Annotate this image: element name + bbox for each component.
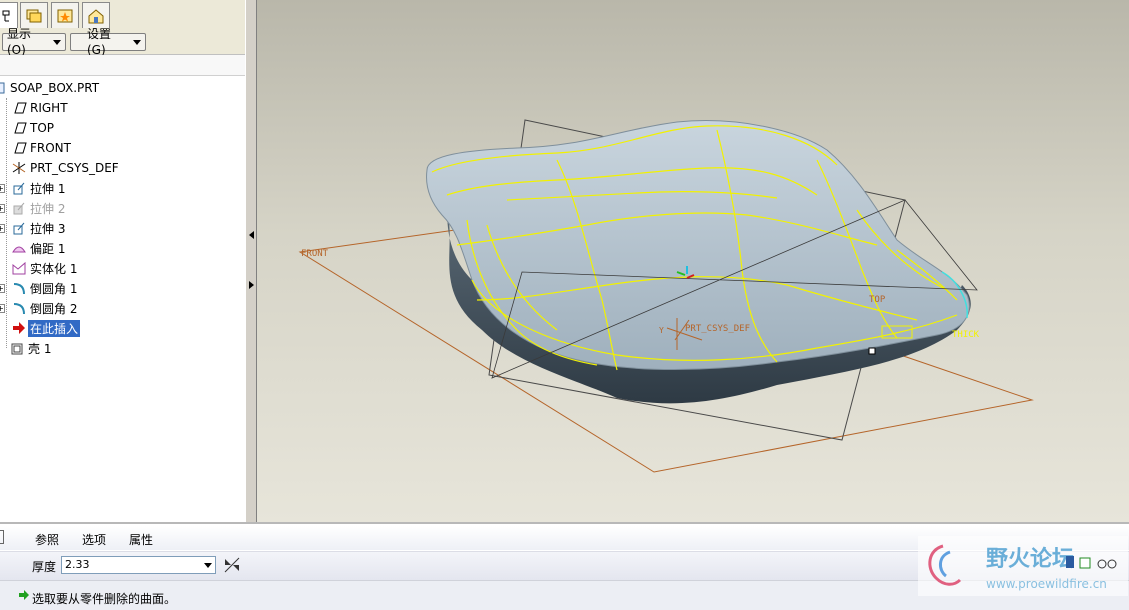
- tree-item-label: FRONT: [30, 141, 71, 155]
- csys-axis-label: Y: [659, 326, 664, 335]
- offset-icon: [12, 246, 26, 253]
- tree-root[interactable]: SOAP_BOX.PRT: [0, 78, 245, 98]
- part-icon: [0, 82, 5, 94]
- favorites-icon: [57, 9, 73, 22]
- tree-item-label: TOP: [30, 121, 55, 135]
- expand-toggle[interactable]: +: [0, 284, 5, 293]
- folder-browser-icon: [26, 9, 42, 22]
- tree-item-insert-here[interactable]: 在此插入: [0, 318, 245, 338]
- thickness-label: THICK: [952, 330, 980, 340]
- round-icon: [13, 283, 25, 295]
- datum-plane-icon: [14, 142, 27, 154]
- settings-menu-label: 设置 (G): [87, 27, 112, 57]
- tree-item-label: 在此插入: [28, 319, 81, 337]
- extrude-icon: [13, 202, 25, 215]
- expand-toggle[interactable]: +: [0, 184, 5, 193]
- tree-item-label: 拉伸 2: [30, 201, 66, 216]
- settings-menu-button[interactable]: 设置 (G): [70, 27, 146, 57]
- model-canvas[interactable]: FRONT TOP PRT_CSYS_DEF Y THICK: [257, 0, 1129, 522]
- chevron-down-icon[interactable]: [204, 563, 212, 568]
- model-tree-panel: 显示 (O) 设置 (G) SOAP_BOX.PRT RIGHT TOP FRO…: [0, 0, 246, 522]
- tree-item-right[interactable]: RIGHT: [0, 98, 245, 118]
- feature-dashboard: 参照 选项 属性 厚度 2.33 选取要从零件删除的曲面。 野火论坛 www.p…: [0, 522, 1129, 610]
- chevron-down-icon: [53, 39, 61, 45]
- watermark-url: www.proewildfire.cn: [986, 577, 1107, 591]
- tree-root-label: SOAP_BOX.PRT: [10, 81, 100, 95]
- expand-right-icon[interactable]: [249, 281, 254, 289]
- forum-watermark: 野火论坛 www.proewildfire.cn: [918, 536, 1128, 596]
- thickness-value: 2.33: [65, 558, 90, 571]
- tree-item-label: 实体化 1: [30, 261, 78, 276]
- tree-item-label: 拉伸 1: [30, 181, 66, 196]
- tree-toolbar: 显示 (O) 设置 (G): [0, 27, 245, 57]
- collapse-left-icon[interactable]: [249, 231, 254, 239]
- expand-toggle[interactable]: +: [0, 204, 5, 213]
- tab-model-tree[interactable]: [0, 2, 18, 28]
- expand-toggle[interactable]: +: [0, 224, 5, 233]
- connections-icon: [88, 8, 104, 23]
- confirm-icon[interactable]: [1079, 557, 1091, 569]
- show-menu-button[interactable]: 显示 (O): [2, 27, 66, 57]
- tab-favorites[interactable]: [51, 2, 79, 28]
- tree-item-extrude-2[interactable]: + 拉伸 2: [0, 198, 245, 218]
- thickness-label: 厚度: [32, 560, 57, 574]
- pause-icon[interactable]: [1066, 556, 1074, 568]
- tree-item-shell-1[interactable]: 壳 1: [0, 338, 245, 358]
- chevron-down-icon: [133, 39, 141, 45]
- tree-item-solidify-1[interactable]: 实体化 1: [0, 258, 245, 278]
- tree-item-label: 倒圆角 1: [30, 281, 78, 296]
- panel-splitter[interactable]: [245, 0, 257, 522]
- extrude-icon: [13, 222, 25, 235]
- panel-toggle-icon[interactable]: [0, 530, 4, 544]
- tree-item-csys[interactable]: PRT_CSYS_DEF: [0, 158, 245, 178]
- coordinate-system-icon: [12, 162, 26, 174]
- datum-plane-icon: [14, 122, 27, 134]
- tree-item-label: 倒圆角 2: [30, 301, 78, 316]
- tree-item-extrude-3[interactable]: + 拉伸 3: [0, 218, 245, 238]
- tree-item-round-1[interactable]: + 倒圆角 1: [0, 278, 245, 298]
- round-icon: [13, 303, 25, 315]
- show-menu-label: 显示 (O): [7, 27, 32, 57]
- status-message: 选取要从零件删除的曲面。: [32, 592, 177, 606]
- tree-item-label: 壳 1: [28, 341, 52, 356]
- shell-icon: [11, 343, 23, 355]
- tree-item-label: 偏距 1: [30, 241, 66, 256]
- extrude-icon: [13, 182, 25, 195]
- tree-item-label: PRT_CSYS_DEF: [30, 161, 119, 175]
- solidify-icon: [12, 261, 26, 275]
- csys-label: PRT_CSYS_DEF: [685, 324, 750, 334]
- tab-properties[interactable]: 属性: [129, 531, 153, 548]
- flip-direction-icon[interactable]: [222, 555, 242, 575]
- model-tree-icon: [2, 10, 10, 21]
- insert-arrow-icon: [13, 322, 25, 334]
- thickness-input[interactable]: 2.33: [61, 556, 216, 574]
- tree-item-front[interactable]: FRONT: [0, 138, 245, 158]
- top-plane-label: TOP: [869, 295, 886, 305]
- tree-item-label: 拉伸 3: [30, 221, 66, 236]
- tree-item-offset-1[interactable]: 偏距 1: [0, 238, 245, 258]
- expand-toggle[interactable]: +: [0, 304, 5, 313]
- tree-item-top[interactable]: TOP: [0, 118, 245, 138]
- tab-connections[interactable]: [82, 2, 110, 28]
- watermark-title: 野火论坛: [986, 546, 1074, 572]
- tree-item-round-2[interactable]: + 倒圆角 2: [0, 298, 245, 318]
- front-plane-label: FRONT: [301, 249, 329, 259]
- drag-handle[interactable]: [868, 347, 876, 355]
- graphics-viewport[interactable]: FRONT TOP PRT_CSYS_DEF Y THICK: [257, 0, 1129, 522]
- tab-folder-browser[interactable]: [20, 2, 48, 28]
- status-arrow-icon: [19, 590, 29, 600]
- tab-options[interactable]: 选项: [82, 531, 106, 548]
- tree-item-extrude-1[interactable]: + 拉伸 1: [0, 178, 245, 198]
- datum-plane-icon: [14, 102, 27, 114]
- tree-filter-bar[interactable]: [0, 55, 245, 76]
- tree-item-label: RIGHT: [30, 101, 68, 115]
- tab-references[interactable]: 参照: [35, 531, 59, 548]
